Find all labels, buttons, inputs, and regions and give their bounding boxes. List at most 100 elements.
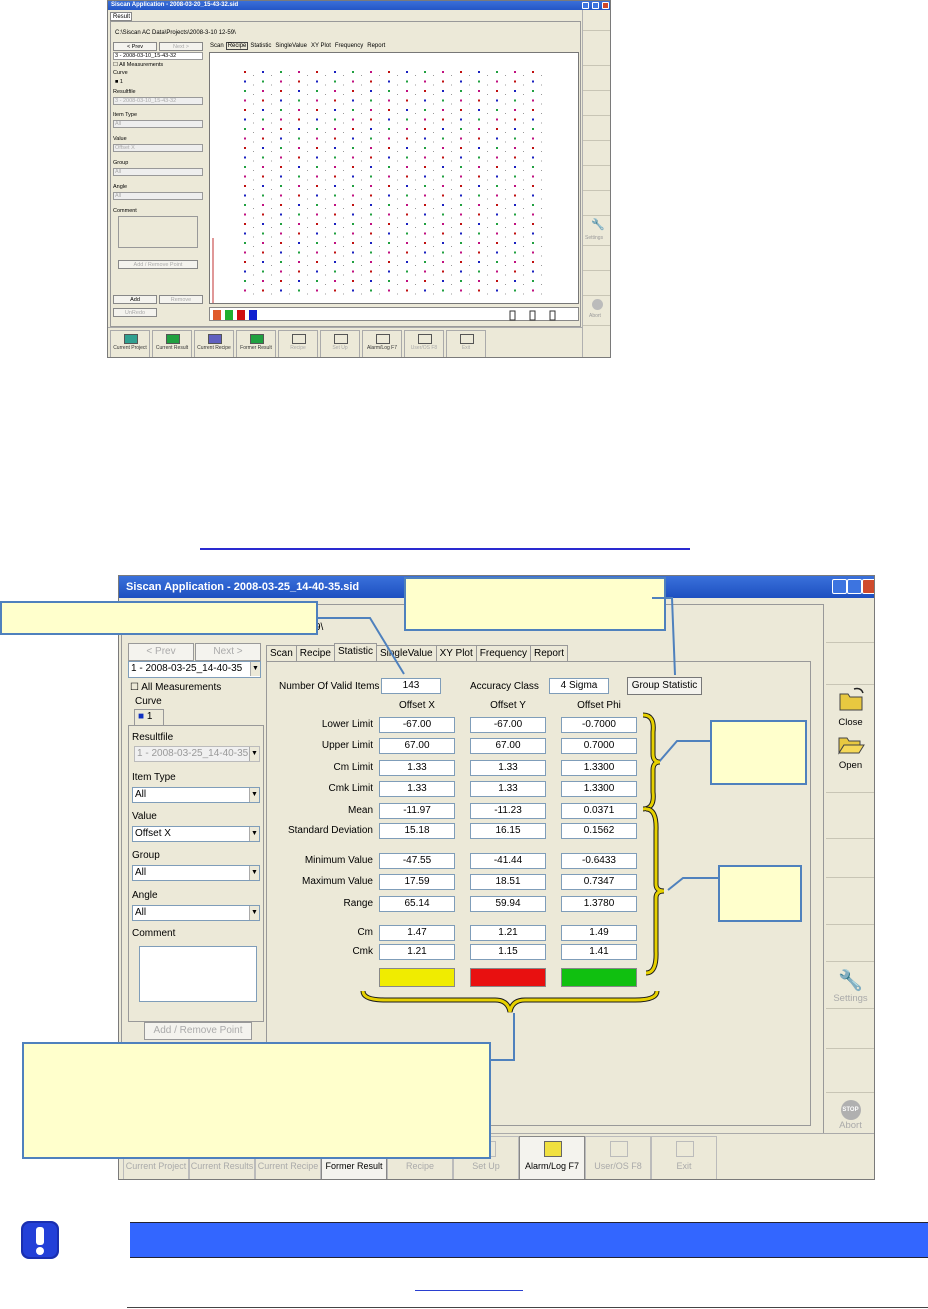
bottom-button-current-project[interactable]: Current Project (110, 330, 150, 357)
add-button[interactable]: Add (113, 295, 157, 304)
add-remove-point-button[interactable]: Add / Remove Point (144, 1022, 252, 1040)
result-tab[interactable]: Result (110, 12, 132, 21)
angle-select[interactable]: All ▼ (132, 905, 260, 921)
group-select[interactable]: All ▼ (132, 865, 260, 881)
close-window-button[interactable] (602, 2, 609, 9)
minimize-button[interactable] (582, 2, 589, 9)
prev-button[interactable]: < Prev (113, 42, 157, 51)
plot-grid-dot (343, 208, 344, 209)
bottom-button-alarm-log-f7[interactable]: Alarm/Log F7 (519, 1136, 585, 1179)
comment-field[interactable] (118, 216, 198, 248)
maximize-button[interactable] (592, 2, 599, 9)
plot-grid-dot (343, 151, 344, 152)
tab-report[interactable]: Report (530, 645, 569, 661)
bottom-button-user-os-f8[interactable]: User/OS F8 (585, 1136, 651, 1179)
bottom-button-current-result[interactable]: Current Result (152, 330, 192, 357)
add-remove-point-button[interactable]: Add / Remove Point (118, 260, 198, 269)
bottom-button-current-recipe[interactable]: Current Recipe (194, 330, 234, 357)
angle-select[interactable]: All (113, 192, 203, 200)
plot-grid-dot (325, 293, 326, 295)
plot-point (316, 90, 318, 92)
item-type-select[interactable]: All ▼ (132, 787, 260, 803)
settings-button[interactable]: 🔧 Settings (826, 968, 874, 1004)
plot-grid-dot (505, 198, 506, 200)
bottom-button-former-result[interactable]: Former Result (236, 330, 276, 357)
plot-grid-dot (289, 293, 290, 295)
stat-value-field: -11.23 (470, 803, 546, 819)
comment-field[interactable] (139, 946, 257, 1002)
open-folder-button[interactable]: Open (826, 729, 874, 771)
plot-grid-dot (289, 208, 290, 209)
plot-grid-dot (253, 227, 254, 228)
minimize-button[interactable] (832, 579, 847, 594)
plot-point (262, 204, 264, 206)
bottom-button-recipe[interactable]: Recipe (278, 330, 318, 357)
plot-grid-dot (433, 94, 434, 95)
settings-wrench-icon[interactable]: 🔧 (591, 218, 605, 231)
plot-point (352, 99, 354, 102)
tab-recipe[interactable]: Recipe (225, 42, 249, 50)
plot-point (244, 251, 246, 254)
bottom-button-alarm-log-f7[interactable]: Alarm/Log F7 (362, 330, 402, 357)
plot-grid-dot (469, 141, 470, 143)
prev-button[interactable]: < Prev (128, 643, 194, 661)
plot-point (514, 251, 516, 254)
tab-recipe[interactable]: Recipe (295, 645, 335, 661)
bottom-button-exit[interactable]: Exit (651, 1136, 717, 1179)
close-window-button[interactable] (862, 579, 874, 594)
plot-point (514, 109, 516, 111)
plot-grid-dot (289, 246, 290, 247)
bottom-button-set-up[interactable]: Set Up (320, 330, 360, 357)
maximize-button[interactable] (847, 579, 862, 594)
tab-statistic[interactable]: Statistic (248, 42, 273, 50)
all-measurements-checkbox[interactable]: ☐ All Measurements (130, 682, 221, 693)
stop-icon[interactable] (592, 299, 603, 310)
plot-point (532, 261, 534, 263)
plot-point (460, 90, 462, 92)
run-select[interactable]: 1 - 2008-03-25_14-40-35 ▼ (128, 661, 261, 678)
resultfile-select[interactable]: 3 - 2008-03-10_15-43-32 (113, 97, 203, 105)
bottom-button-user-os-f8[interactable]: User/OS F8 (404, 330, 444, 357)
value-select[interactable]: Offset X (113, 144, 203, 152)
next-button[interactable]: Next > (159, 42, 203, 51)
curve-tab[interactable]: ■ 1 (134, 709, 164, 725)
tab-frequency[interactable]: Frequency (333, 42, 365, 50)
undo-button[interactable]: UnRedo (113, 308, 157, 317)
value-select[interactable]: Offset X ▼ (132, 826, 260, 842)
tab-scan[interactable]: Scan (208, 42, 226, 50)
plot-point (352, 90, 354, 92)
tab-xyplot[interactable]: XY Plot (435, 645, 477, 661)
tab-frequency[interactable]: Frequency (475, 645, 532, 661)
next-button[interactable]: Next > (195, 643, 261, 661)
plot-grid-dot (523, 132, 524, 133)
remove-button[interactable]: Remove (159, 295, 203, 304)
plot-point (298, 194, 300, 197)
plot-grid-dot (307, 198, 308, 200)
group-select[interactable]: All (113, 168, 203, 176)
stat-value-field: 67.00 (379, 738, 455, 754)
close-folder-button[interactable]: Close (826, 686, 874, 728)
tab-singlevalue[interactable]: SingleValue (273, 42, 309, 50)
plot-grid-dot (505, 132, 506, 133)
curve-tab[interactable]: ■ 1 (115, 79, 123, 85)
bottom-button-exit[interactable]: Exit (446, 330, 486, 357)
plot-point (370, 90, 372, 92)
plot-grid-dot (523, 179, 524, 181)
item-type-select[interactable]: All (113, 120, 203, 128)
run-select[interactable]: 3 - 2008-03-10_15-43-32 (113, 52, 203, 60)
resultfile-select[interactable]: 1 - 2008-03-25_14-40-35 ▼ (134, 746, 260, 762)
tab-report[interactable]: Report (365, 42, 387, 50)
plot-point (442, 99, 444, 102)
hyperlink-underline[interactable] (200, 548, 690, 550)
plot-point (442, 213, 444, 216)
abort-button[interactable]: STOP Abort (826, 1100, 874, 1131)
tab-scan[interactable]: Scan (266, 645, 297, 661)
plot-point (406, 118, 408, 121)
plot-point (316, 232, 318, 235)
note-hyperlink[interactable] (415, 1290, 523, 1291)
plot-grid-dot (379, 255, 380, 257)
plot-grid-dot (289, 151, 290, 152)
plot-grid-dot (469, 151, 470, 152)
all-measurements-checkbox[interactable]: ☐ All Measurements (113, 62, 163, 68)
tab-xyplot[interactable]: XY Plot (309, 42, 333, 50)
